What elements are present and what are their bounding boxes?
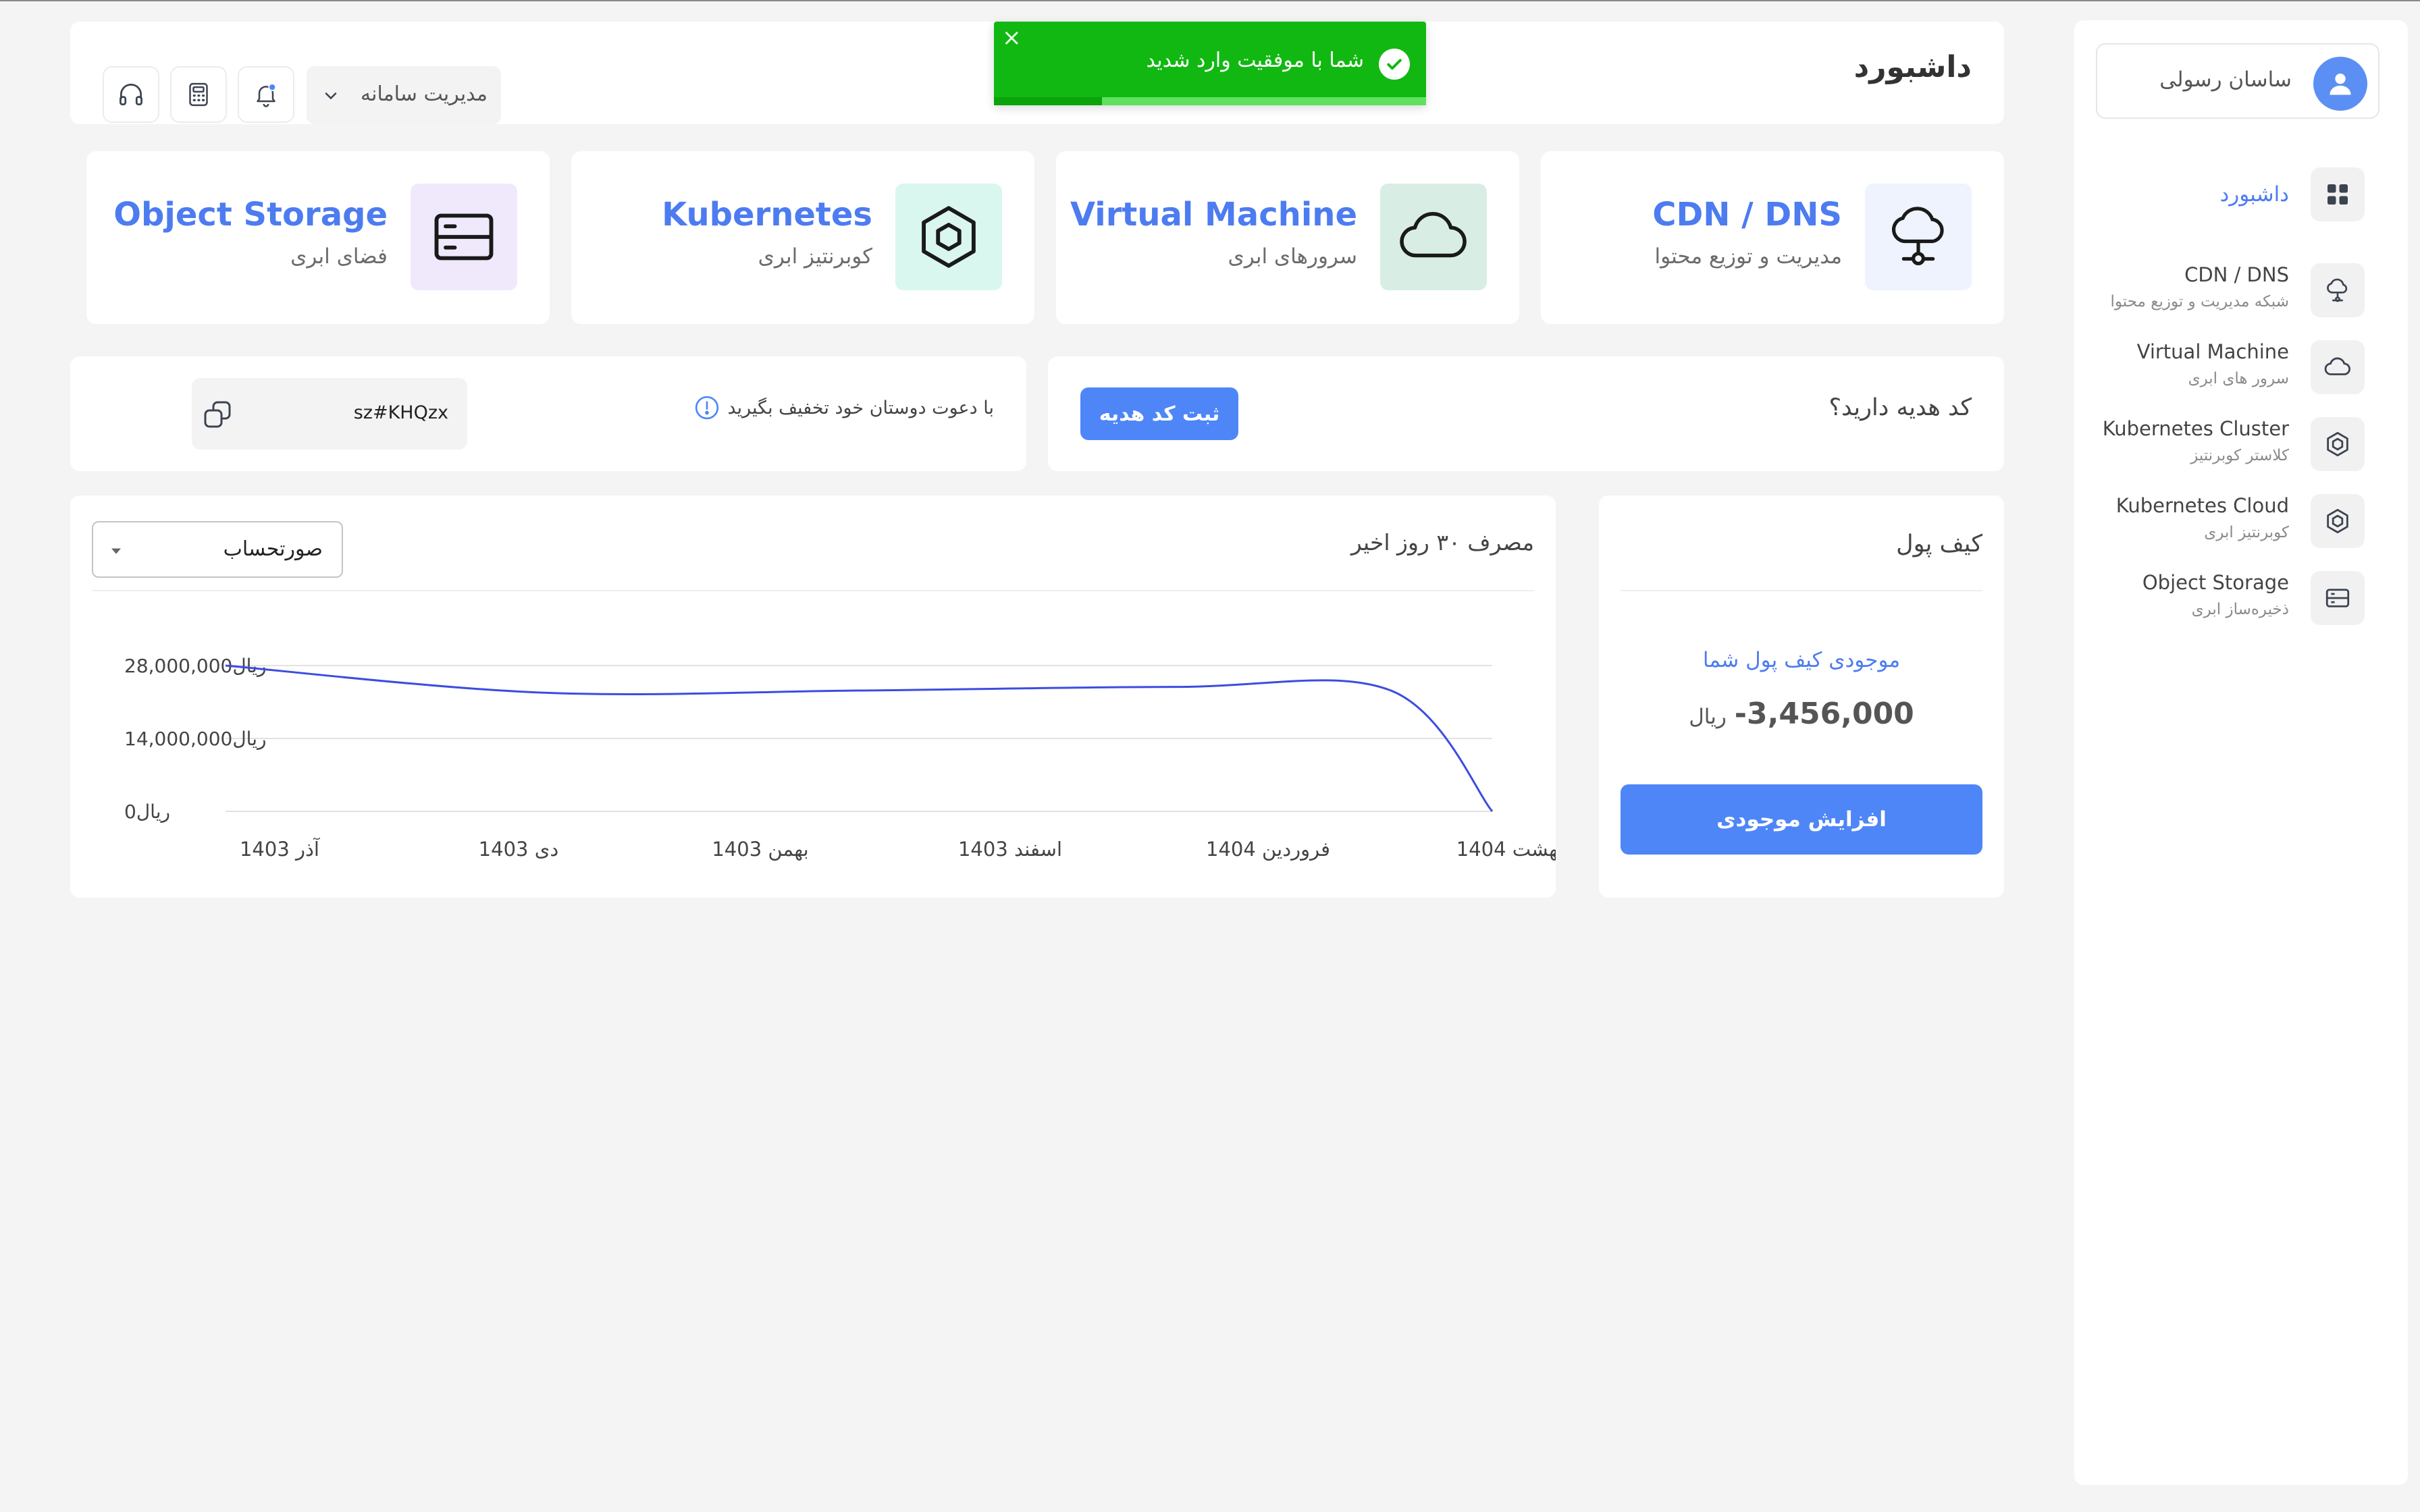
increase-balance-button[interactable]: افزایش موجودی	[1621, 784, 1982, 855]
storage-icon	[411, 184, 517, 290]
invite-card: با دعوت دوستان خود تخفیف بگیرید sz#KHQzx	[70, 356, 1026, 471]
sidebar-item-cdn-dns[interactable]: CDN / DNS شبکه مدیریت و توزیع محتوا	[2095, 261, 2365, 328]
service-subtitle: کوبرنتیز ابری	[758, 244, 872, 269]
notifications-button[interactable]	[238, 66, 294, 123]
check-circle-icon	[1379, 49, 1410, 80]
bell-icon	[257, 83, 276, 107]
wallet-balance-label: موجودی کیف پول شما	[1702, 648, 1901, 672]
invite-code: sz#KHQzx	[353, 402, 448, 423]
chart-x-tick-label: فروردین 1404	[1206, 838, 1330, 861]
window-top-border	[0, 0, 2420, 1]
sidebar-item-label: Virtual Machine	[2136, 340, 2289, 363]
sidebar-item-subtitle: شبکه مدیریت و توزیع محتوا	[2110, 293, 2289, 310]
chart-x-tick-label: آذر 1403	[240, 837, 321, 861]
service-subtitle: سرورهای ابری	[1228, 244, 1357, 269]
sidebar-item-subtitle: ذخیره‌ساز ابری	[2191, 601, 2289, 618]
submit-gift-code-button[interactable]: ثبت کد هدیه	[1080, 387, 1238, 440]
success-toast: × شما با موفقیت وارد شدید	[994, 22, 1426, 105]
usage-type-select[interactable]: صورتحساب	[92, 521, 343, 578]
service-card-cdn-dns[interactable]: CDN / DNS مدیریت و توزیع محتوا	[1541, 151, 2004, 324]
toast-progress-track	[994, 97, 1426, 105]
sidebar: ساسان رسولی داشبورد CDN / DNS شبکه مدیری…	[2074, 20, 2408, 1485]
service-title: Object Storage	[113, 196, 388, 234]
caret-down-icon	[111, 548, 121, 554]
wallet-currency: ریال	[1689, 705, 1727, 729]
invite-code-box[interactable]: sz#KHQzx	[192, 378, 467, 450]
cdn-icon	[2311, 263, 2365, 317]
service-title: Virtual Machine	[1070, 196, 1357, 234]
wallet-balance: -3,456,000 ریال	[1599, 697, 2004, 731]
service-card-kubernetes[interactable]: Kubernetes کوبرنتیز ابری	[571, 151, 1034, 324]
sidebar-item-kubernetes-cluster[interactable]: Kubernetes Cluster کلاستر کوبرنتیز	[2095, 414, 2365, 482]
sidebar-item-label: Kubernetes Cloud	[2115, 494, 2289, 517]
wallet-divider	[1621, 590, 1982, 591]
cloud-icon	[2311, 340, 2365, 394]
chart-y-tick-label: 0ریال	[124, 801, 170, 823]
sidebar-item-object-storage[interactable]: Object Storage ذخیره‌ساز ابری	[2095, 568, 2365, 636]
calculator-button[interactable]	[170, 66, 227, 123]
usage-chart-card: مصرف ۳۰ روز اخیر صورتحساب 0ریال 14,000,00…	[70, 495, 1556, 898]
sidebar-item-subtitle: سرور های ابری	[2188, 370, 2289, 387]
wallet-card: کیف پول موجودی کیف پول شما -3,456,000 ری…	[1599, 495, 2004, 898]
system-management-label: مدیریت سامانه	[361, 82, 488, 106]
usage-line-chart: 0ریال 14,000,000ریال 28,000,000ریال آذر 140…	[124, 655, 1556, 861]
service-card-object-storage[interactable]: Object Storage فضای ابری	[86, 151, 550, 324]
wallet-title: کیف پول	[1896, 531, 1982, 558]
toast-progress-fill	[1102, 97, 1426, 105]
toast-close-button[interactable]: ×	[1002, 24, 1022, 51]
chevron-down-icon	[325, 92, 337, 100]
chart-x-tick-label: دی 1403	[479, 838, 559, 861]
wallet-balance-value: -3,456,000	[1734, 697, 1914, 731]
sidebar-item-label: داشبورد	[2219, 182, 2289, 207]
toast-message: شما با موفقیت وارد شدید	[1146, 49, 1365, 72]
service-card-virtual-machine[interactable]: Virtual Machine سرورهای ابری	[1056, 151, 1519, 324]
chart-x-tick-label: بهمن 1403	[712, 838, 808, 861]
chart-x-tick-label: اردیبهشت 1404	[1456, 838, 1556, 861]
user-name: ساسان رسولی	[2159, 68, 2292, 92]
sidebar-item-kubernetes-cloud[interactable]: Kubernetes Cloud کوبرنتیز ابری	[2095, 491, 2365, 559]
headphones-icon	[120, 84, 142, 106]
invite-text: با دعوت دوستان خود تخفیف بگیرید	[727, 397, 994, 418]
page-title: داشبورد	[1853, 50, 1972, 84]
cloud-icon	[1380, 184, 1487, 290]
service-title: CDN / DNS	[1652, 196, 1842, 234]
user-profile-card[interactable]: ساسان رسولی	[2096, 43, 2379, 119]
gift-code-card: کد هدیه دارید؟ ثبت کد هدیه	[1048, 356, 2004, 471]
support-button[interactable]	[103, 66, 159, 123]
calculator-icon	[189, 82, 208, 107]
kubernetes-icon	[2311, 494, 2365, 548]
kubernetes-icon	[895, 184, 1002, 290]
chart-x-tick-label: اسفند 1403	[958, 838, 1062, 861]
service-subtitle: فضای ابری	[290, 244, 388, 269]
cdn-icon	[1865, 184, 1972, 290]
grid-icon	[2311, 167, 2365, 221]
info-icon	[695, 396, 719, 420]
sidebar-item-subtitle: کوبرنتیز ابری	[2204, 524, 2289, 541]
copy-icon[interactable]	[201, 398, 234, 431]
kubernetes-icon	[2311, 417, 2365, 471]
chart-y-tick-label: 28,000,000ریال	[124, 655, 267, 677]
system-management-select[interactable]: مدیریت سامانه	[307, 66, 501, 124]
sidebar-item-label: CDN / DNS	[2184, 263, 2289, 286]
service-subtitle: مدیریت و توزیع محتوا	[1654, 244, 1842, 269]
service-title: Kubernetes	[662, 196, 872, 234]
gift-code-question: کد هدیه دارید؟	[1829, 394, 1972, 421]
chart-divider	[92, 590, 1534, 591]
usage-type-value: صورتحساب	[223, 537, 323, 561]
storage-icon	[2311, 571, 2365, 625]
sidebar-item-subtitle: کلاستر کوبرنتیز	[2190, 447, 2289, 464]
sidebar-item-label: Kubernetes Cluster	[2102, 417, 2289, 440]
sidebar-item-dashboard[interactable]: داشبورد	[2095, 165, 2365, 232]
user-icon	[2330, 73, 2351, 95]
usage-title: مصرف ۳۰ روز اخیر	[1350, 529, 1534, 556]
chart-y-tick-label: 14,000,000ریال	[124, 728, 267, 750]
invite-info: با دعوت دوستان خود تخفیف بگیرید	[693, 394, 994, 421]
avatar	[2313, 57, 2367, 111]
sidebar-item-virtual-machine[interactable]: Virtual Machine سرور های ابری	[2095, 338, 2365, 405]
sidebar-item-label: Object Storage	[2142, 571, 2289, 594]
